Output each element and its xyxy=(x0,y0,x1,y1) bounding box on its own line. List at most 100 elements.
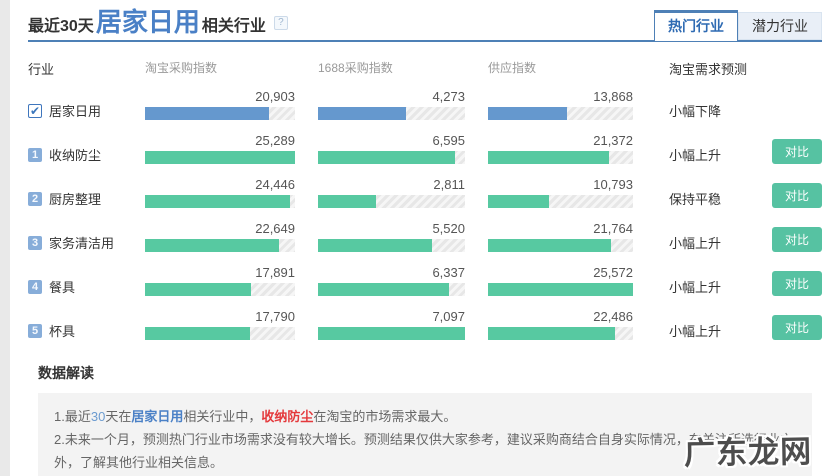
help-icon[interactable]: ? xyxy=(273,15,288,30)
taobao-index-bar: 17,790 xyxy=(145,309,295,340)
bar-fill xyxy=(318,151,455,164)
bar-track xyxy=(488,151,633,164)
supply-index-value: 10,793 xyxy=(593,177,633,192)
industry-cell: 1 收纳防尘 xyxy=(28,145,145,164)
bar-fill xyxy=(488,283,633,296)
table-row: 2 厨房整理 24,446 2,811 10,793 保持平稳 对比 xyxy=(28,173,822,217)
1688-index-value: 2,811 xyxy=(433,177,465,192)
industry-analysis-panel: 最近30天 居家日用 相关行业 ? 热门行业 潜力行业 行业 淘宝采购指数 1 6… xyxy=(0,0,840,476)
compare-cell: 对比 xyxy=(771,315,822,340)
bar-track xyxy=(318,239,465,252)
taobao-index-value: 25,289 xyxy=(255,133,295,148)
rank-badge: 1 xyxy=(28,147,42,162)
industry-cell: 5 杯具 xyxy=(28,321,145,340)
bar-track xyxy=(318,283,465,296)
bar-fill xyxy=(488,327,616,340)
industry-name: 收纳防尘 xyxy=(49,148,102,163)
compare-button[interactable]: 对比 xyxy=(771,227,822,252)
supply-index-value: 25,572 xyxy=(593,265,633,280)
bar-track xyxy=(488,195,633,208)
compare-cell: 对比 xyxy=(771,183,822,208)
taobao-index-bar: 17,891 xyxy=(145,265,295,296)
taobao-index-bar: 24,446 xyxy=(145,177,295,208)
title-prefix: 最近30天 xyxy=(28,18,94,35)
bar-track xyxy=(488,327,633,340)
column-header-taobao-index: 淘宝采购指数 xyxy=(145,61,218,75)
content: 最近30天 居家日用 相关行业 ? 热门行业 潜力行业 行业 淘宝采购指数 1 6… xyxy=(10,0,840,476)
compare-cell: 对比 xyxy=(771,227,822,252)
compare-cell: 对比 xyxy=(771,139,822,164)
taobao-index-bar: 20,903 xyxy=(145,89,295,120)
industry-cell: 4 餐具 xyxy=(28,277,145,296)
bar-track xyxy=(318,327,465,340)
rank-badge: 3 xyxy=(28,235,42,250)
bar-track xyxy=(318,195,465,208)
column-header-industry: 行业 xyxy=(28,62,55,77)
tab-potential-industries[interactable]: 潜力行业 xyxy=(738,12,822,40)
column-header-supply-index: 供应指数 xyxy=(488,61,537,75)
1688-index-bar: 6,337 xyxy=(318,265,465,296)
bar-fill xyxy=(145,195,291,208)
taobao-index-value: 20,903 xyxy=(255,89,295,104)
forecast-label: 保持平稳 xyxy=(669,192,722,207)
compare-button[interactable]: 对比 xyxy=(771,315,822,340)
bar-fill xyxy=(145,327,251,340)
bar-track xyxy=(145,107,295,120)
table-row: 5 杯具 17,790 7,097 22,486 小幅上升 对比 xyxy=(28,305,822,349)
supply-index-value: 22,486 xyxy=(593,309,633,324)
forecast-label: 小幅上升 xyxy=(669,236,722,251)
taobao-index-value: 17,891 xyxy=(255,265,295,280)
industry-checkbox-checked-icon[interactable]: ✔ xyxy=(28,103,42,118)
compare-button[interactable]: 对比 xyxy=(771,183,822,208)
1688-index-value: 6,595 xyxy=(432,133,465,148)
1688-index-bar: 4,273 xyxy=(318,89,465,120)
compare-button[interactable]: 对比 xyxy=(771,139,822,164)
bar-fill xyxy=(145,283,252,296)
supply-index-bar: 10,793 xyxy=(488,177,633,208)
industry-cell: ✔ 居家日用 xyxy=(28,101,145,120)
1688-index-bar: 6,595 xyxy=(318,133,465,164)
supply-index-bar: 21,764 xyxy=(488,221,633,252)
bar-fill xyxy=(318,195,377,208)
1688-index-value: 6,337 xyxy=(432,265,465,280)
left-gutter xyxy=(0,0,10,476)
bar-track xyxy=(488,239,633,252)
title-keyword: 居家日用 xyxy=(95,7,200,37)
forecast-label: 小幅下降 xyxy=(669,104,722,119)
bar-track xyxy=(318,107,465,120)
compare-cell: 对比 xyxy=(771,271,822,296)
supply-index-value: 21,764 xyxy=(593,221,633,236)
bar-track xyxy=(145,283,295,296)
industry-name: 居家日用 xyxy=(49,104,102,119)
forecast-label: 小幅上升 xyxy=(669,324,722,339)
bar-fill xyxy=(488,151,610,164)
industry-cell: 3 家务清洁用 xyxy=(28,233,145,252)
rank-badge: 4 xyxy=(28,279,42,294)
keyword-top-industry: 收纳防尘 xyxy=(261,409,314,424)
bar-track xyxy=(145,151,295,164)
taobao-index-bar: 25,289 xyxy=(145,133,295,164)
bar-fill xyxy=(318,107,407,120)
compare-cell xyxy=(796,102,822,120)
industry-table: ✔ 居家日用 20,903 4,273 13,868 小幅下降 1 收纳防尘 2… xyxy=(28,85,822,349)
industry-name: 餐具 xyxy=(49,280,76,295)
taobao-index-value: 22,649 xyxy=(255,221,295,236)
header: 最近30天 居家日用 相关行业 ? 热门行业 潜力行业 xyxy=(28,0,822,42)
page-title: 最近30天 居家日用 相关行业 ? xyxy=(28,9,288,36)
table-row: 3 家务清洁用 22,649 5,520 21,764 小幅上升 对比 xyxy=(28,217,822,261)
1688-index-value: 7,097 xyxy=(432,309,465,324)
tab-hot-industries[interactable]: 热门行业 xyxy=(654,10,738,42)
industry-name: 家务清洁用 xyxy=(49,236,115,251)
tab-bar: 热门行业 潜力行业 xyxy=(654,10,822,42)
compare-button[interactable]: 对比 xyxy=(771,271,822,296)
forecast-label: 小幅上升 xyxy=(669,148,722,163)
bar-fill xyxy=(318,283,450,296)
rank-badge: 5 xyxy=(28,323,42,338)
table-row: ✔ 居家日用 20,903 4,273 13,868 小幅下降 xyxy=(28,85,822,129)
1688-index-bar: 5,520 xyxy=(318,221,465,252)
forecast-label: 小幅上升 xyxy=(669,280,722,295)
taobao-index-value: 24,446 xyxy=(255,177,295,192)
1688-index-value: 4,273 xyxy=(432,89,465,104)
bar-fill xyxy=(318,239,433,252)
table-row: 4 餐具 17,891 6,337 25,572 小幅上升 对比 xyxy=(28,261,822,305)
